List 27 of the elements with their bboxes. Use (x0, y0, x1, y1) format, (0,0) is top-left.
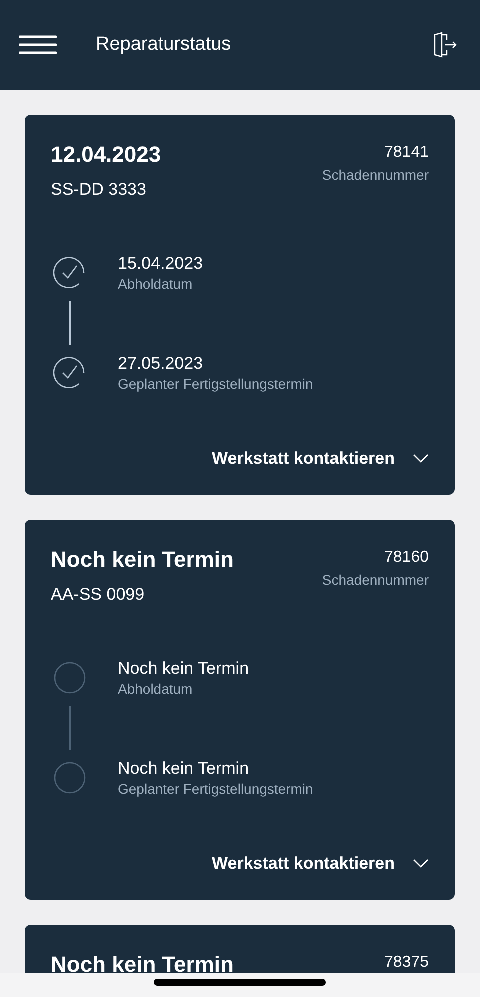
step-label: Abholdatum (118, 275, 194, 293)
step-date: 15.04.2023 (118, 253, 204, 275)
menu-icon[interactable] (18, 34, 58, 56)
card-title: Noch kein Termin (51, 546, 234, 574)
step-date: 27.05.2023 (118, 353, 204, 375)
card-title: Noch kein Termin (51, 951, 234, 973)
step-label: Geplanter Fertigstellungstermin (118, 375, 314, 393)
logout-icon[interactable] (432, 32, 458, 58)
claim-number: 78141 (384, 143, 429, 163)
step-label: Geplanter Fertigstellungstermin (118, 780, 314, 798)
timeline-connector (69, 301, 71, 345)
timeline-connector (69, 706, 71, 750)
step-date: Noch kein Termin (118, 658, 250, 680)
contact-workshop-button[interactable]: Werkstatt kontaktieren (212, 854, 429, 874)
license-plate: SS-DD 3333 (51, 179, 148, 201)
step-date: Noch kein Termin (118, 758, 250, 780)
contact-workshop-button[interactable]: Werkstatt kontaktieren (212, 449, 429, 469)
step-label: Abholdatum (118, 680, 194, 698)
claim-number-label: Schadennummer (322, 167, 429, 183)
claim-number: 78160 (384, 548, 429, 568)
license-plate: AA-SS 0099 (51, 584, 146, 606)
chevron-down-icon (413, 454, 429, 464)
claim-number: 78375 (384, 953, 429, 973)
claim-number-label: Schadennummer (322, 572, 429, 588)
chevron-down-icon (413, 859, 429, 869)
card-title: 12.04.2023 (51, 141, 162, 169)
screen-title: Reparaturstatus (96, 34, 232, 56)
